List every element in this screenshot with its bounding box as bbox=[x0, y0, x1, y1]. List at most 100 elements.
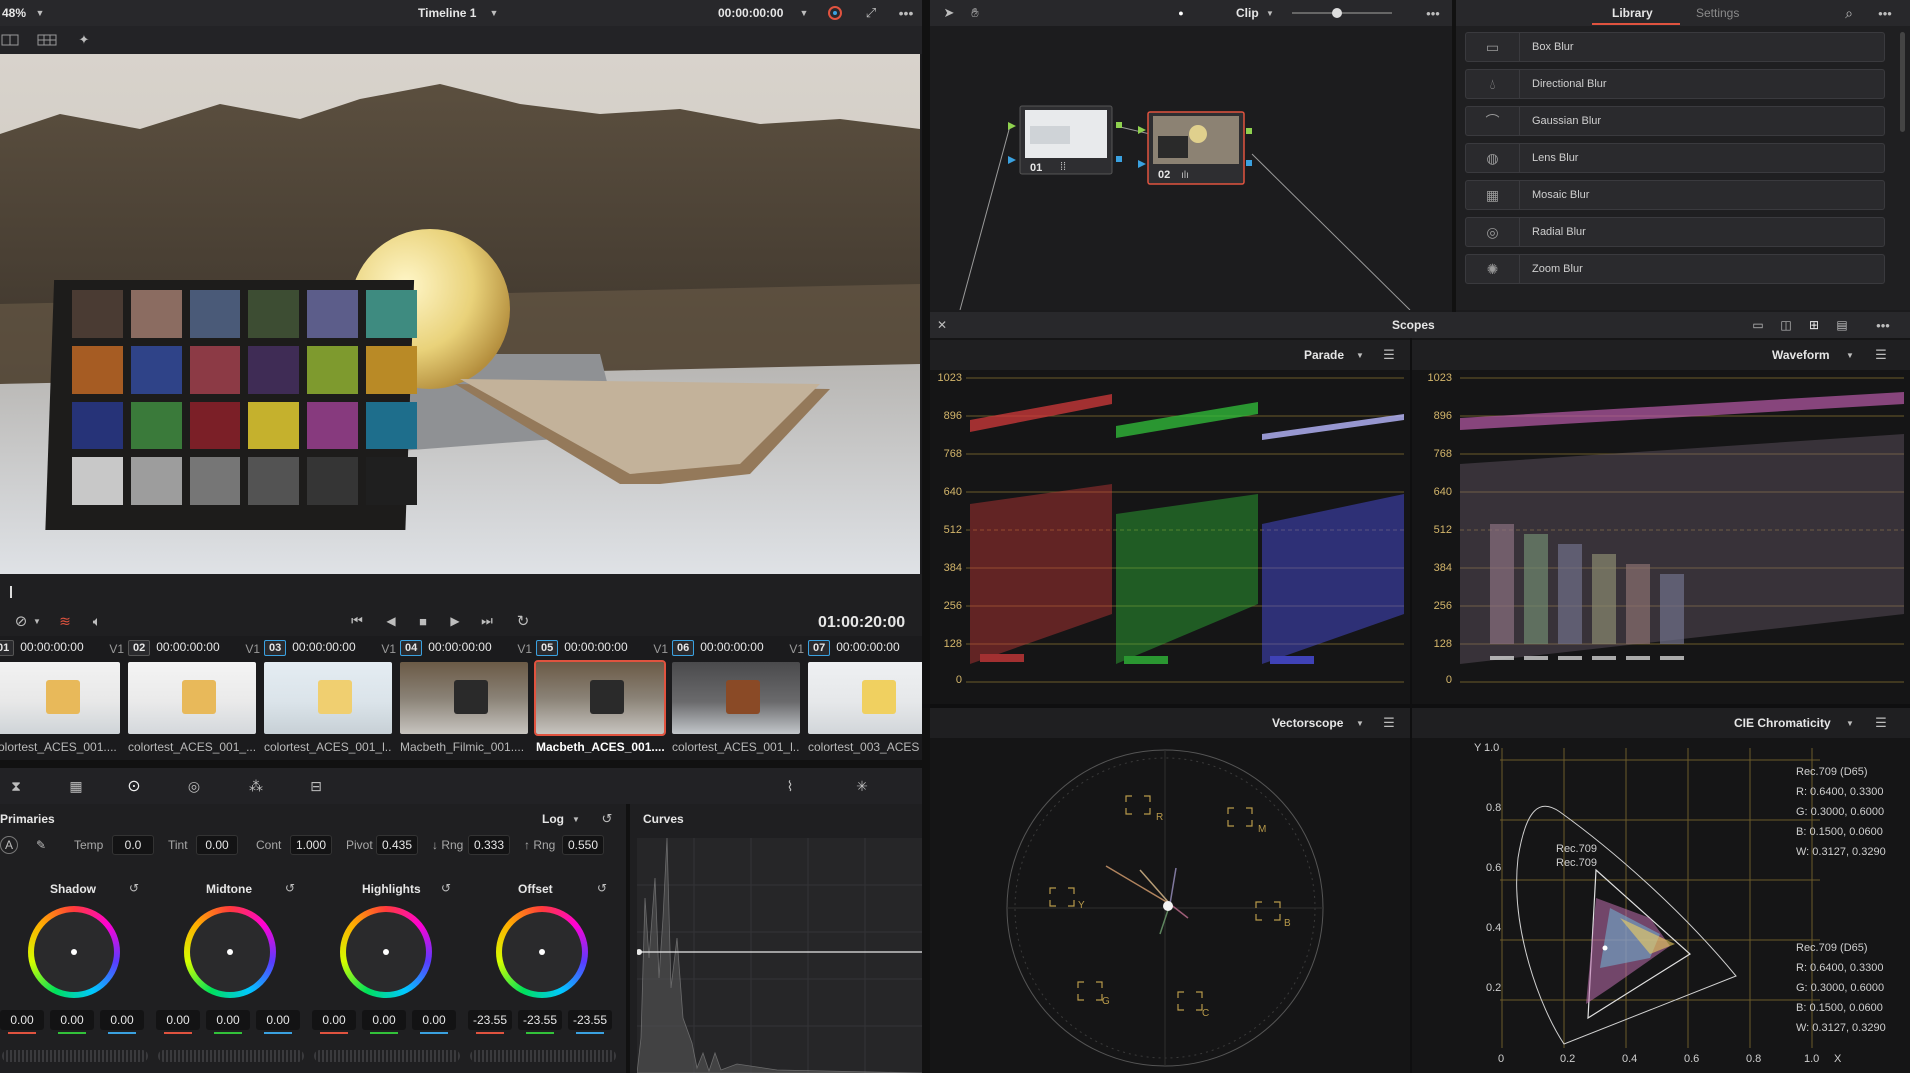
layout-strip-icon[interactable]: ▤ bbox=[1832, 316, 1852, 334]
param-field[interactable]: 0.550 bbox=[562, 835, 604, 855]
reset-icon[interactable]: ↺ bbox=[126, 880, 142, 896]
chevron-down-icon[interactable]: ▼ bbox=[1354, 348, 1366, 362]
audio-mode-icon[interactable]: ⊘ bbox=[10, 610, 32, 632]
wheel-value[interactable]: 0.00 bbox=[206, 1010, 250, 1030]
clip-header[interactable]: 04 00:00:00:00 V1 bbox=[400, 640, 532, 660]
page-dot-icon[interactable]: ● bbox=[1176, 8, 1186, 18]
library-item[interactable]: ◎ Radial Blur bbox=[1465, 217, 1885, 247]
scope-settings-icon[interactable]: ☰ bbox=[1872, 346, 1890, 364]
camera-raw-icon[interactable]: ⧗ bbox=[4, 776, 28, 796]
library-item[interactable]: ▭ Box Blur bbox=[1465, 32, 1885, 62]
more-options-icon[interactable]: ••• bbox=[1872, 316, 1894, 334]
motion-effects-icon[interactable]: ⊟ bbox=[304, 776, 328, 796]
wheel-value[interactable]: 0.00 bbox=[50, 1010, 94, 1030]
library-item[interactable]: ▦ Mosaic Blur bbox=[1465, 180, 1885, 210]
color-warper-icon[interactable]: ✳ bbox=[850, 776, 874, 796]
play-icon[interactable]: ▶ bbox=[444, 610, 466, 632]
skip-to-start-icon[interactable]: ⏮︎ bbox=[346, 610, 368, 632]
chevron-down-icon[interactable]: ▼ bbox=[34, 6, 46, 20]
timeline-title[interactable]: Timeline 1 bbox=[418, 6, 476, 20]
chevron-down-icon[interactable]: ▼ bbox=[1844, 716, 1856, 730]
scope-settings-icon[interactable]: ☰ bbox=[1872, 714, 1890, 732]
wheel-value[interactable]: 0.00 bbox=[362, 1010, 406, 1030]
clip-header[interactable]: 03 00:00:00:00 V1 bbox=[264, 640, 396, 660]
chevron-down-icon[interactable]: ▼ bbox=[32, 612, 42, 630]
pointer-icon[interactable]: ➤ bbox=[940, 4, 958, 22]
clip-thumbnail[interactable] bbox=[0, 662, 120, 734]
color-wheel[interactable] bbox=[28, 906, 120, 998]
fullscreen-icon[interactable]: ⤢ bbox=[862, 4, 880, 22]
layout-single-icon[interactable]: ▭ bbox=[1748, 316, 1768, 334]
scope-settings-icon[interactable]: ☰ bbox=[1380, 714, 1398, 732]
timecode-top[interactable]: 00:00:00:00 bbox=[718, 6, 783, 20]
color-wheel[interactable] bbox=[340, 906, 432, 998]
chevron-down-icon[interactable]: ▼ bbox=[1264, 6, 1276, 20]
wheel-value[interactable]: 0.00 bbox=[100, 1010, 144, 1030]
color-wheel-icon[interactable] bbox=[826, 4, 844, 22]
play-reverse-icon[interactable]: ◀ bbox=[380, 610, 402, 632]
chevron-down-icon[interactable]: ▼ bbox=[1354, 716, 1366, 730]
param-field[interactable]: 0.0 bbox=[112, 835, 154, 855]
layout-quad-icon[interactable]: ⊞ bbox=[1804, 316, 1824, 334]
wheel-value[interactable]: -23.55 bbox=[568, 1010, 612, 1030]
color-match-icon[interactable]: ▦ bbox=[64, 776, 88, 796]
clip-header[interactable]: 05 00:00:00:00 V1 bbox=[536, 640, 668, 660]
wheel-value[interactable]: 0.00 bbox=[156, 1010, 200, 1030]
wheel-value[interactable]: 0.00 bbox=[412, 1010, 456, 1030]
clip-thumbnail[interactable] bbox=[672, 662, 800, 734]
chevron-down-icon[interactable]: ▼ bbox=[488, 6, 500, 20]
clip-header[interactable]: 01 00:00:00:00 V1 bbox=[0, 640, 124, 660]
param-field[interactable]: 0.333 bbox=[468, 835, 510, 855]
search-icon[interactable]: ⌕ bbox=[1840, 4, 1858, 22]
reset-icon[interactable]: ↺ bbox=[594, 880, 610, 896]
color-wheel-center[interactable] bbox=[71, 949, 77, 955]
wheel-value[interactable]: 0.00 bbox=[312, 1010, 356, 1030]
scope-select-parade[interactable]: Parade bbox=[1304, 348, 1344, 362]
tab-library[interactable]: Library bbox=[1612, 6, 1653, 20]
param-field[interactable]: 0.435 bbox=[376, 835, 418, 855]
split-view-icon[interactable] bbox=[0, 32, 20, 48]
zoom-slider[interactable] bbox=[1292, 12, 1392, 14]
clip-header[interactable]: 07 00:00:00:00 bbox=[808, 640, 940, 660]
master-wheel[interactable] bbox=[314, 1050, 460, 1062]
color-wheel-center[interactable] bbox=[383, 949, 389, 955]
primaries-mode[interactable]: Log bbox=[542, 812, 564, 826]
master-wheel[interactable] bbox=[2, 1050, 148, 1062]
clip-thumbnail[interactable] bbox=[534, 660, 666, 736]
node-graph[interactable]: 01 ⁞⁞ 02 ılı bbox=[930, 26, 1452, 311]
reset-icon[interactable]: ↺ bbox=[282, 880, 298, 896]
scope-settings-icon[interactable]: ☰ bbox=[1380, 346, 1398, 364]
clip-thumbnail[interactable] bbox=[400, 662, 528, 734]
param-field[interactable]: 0.00 bbox=[196, 835, 238, 855]
auto-balance-icon[interactable]: A bbox=[0, 836, 18, 854]
skip-to-end-icon[interactable]: ⏭︎ bbox=[476, 610, 498, 632]
color-wheel-center[interactable] bbox=[539, 949, 545, 955]
reset-icon[interactable]: ↺ bbox=[438, 880, 454, 896]
chevron-down-icon[interactable]: ▼ bbox=[570, 812, 582, 826]
wheel-value[interactable]: 0.00 bbox=[0, 1010, 44, 1030]
layout-dual-icon[interactable]: ◫ bbox=[1776, 316, 1796, 334]
library-item[interactable]: ✺ Zoom Blur bbox=[1465, 254, 1885, 284]
more-options-icon[interactable]: ••• bbox=[1422, 4, 1444, 22]
more-options-icon[interactable]: ••• bbox=[896, 4, 916, 22]
color-wheels-icon[interactable]: ⊙ bbox=[122, 776, 146, 796]
library-item[interactable]: ◍ Lens Blur bbox=[1465, 143, 1885, 173]
library-item[interactable]: ⌒ Gaussian Blur bbox=[1465, 106, 1885, 136]
curves-graph[interactable] bbox=[636, 837, 923, 1073]
hand-icon[interactable]: ✋︎ bbox=[966, 4, 984, 22]
grid-view-icon[interactable] bbox=[36, 32, 58, 48]
library-scrollbar[interactable] bbox=[1900, 32, 1905, 132]
clip-thumbnail[interactable] bbox=[808, 662, 936, 734]
clip-header[interactable]: 02 00:00:00:00 V1 bbox=[128, 640, 260, 660]
tab-settings[interactable]: Settings bbox=[1696, 6, 1739, 20]
scope-select-waveform[interactable]: Waveform bbox=[1772, 348, 1830, 362]
wheel-value[interactable]: -23.55 bbox=[518, 1010, 562, 1030]
hdr-icon[interactable]: ◎ bbox=[182, 776, 206, 796]
chevron-down-icon[interactable]: ▼ bbox=[798, 6, 810, 20]
node-mode-label[interactable]: Clip bbox=[1236, 6, 1259, 20]
layers-icon[interactable]: ≋ bbox=[54, 610, 76, 632]
zoom-level[interactable]: 48% bbox=[2, 6, 26, 20]
param-field[interactable]: 1.000 bbox=[290, 835, 332, 855]
magic-wand-icon[interactable]: ✦ bbox=[74, 32, 94, 48]
clip-thumbnail[interactable] bbox=[128, 662, 256, 734]
